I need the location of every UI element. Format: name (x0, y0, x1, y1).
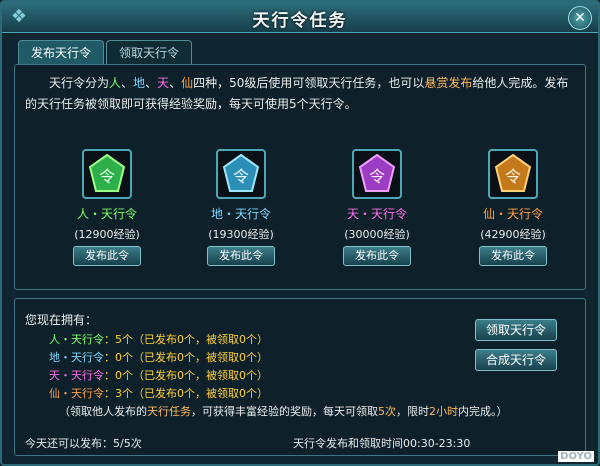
intro-text: 天行令分为人、地、天、仙四种，50级后使用可领取天行任务，也可以悬赏发布给他人完… (25, 76, 569, 111)
owned-panel: 您现在拥有： 人・天行令：5个（已发布0个，被领取0个） 地・天行令：0个（已发… (14, 298, 586, 456)
svg-text:令: 令 (99, 167, 115, 186)
owned-line-tian: 天・天行令：0个（已发布0个，被领取0个） (49, 369, 268, 382)
daily-remaining: 今天还可以发布：5/5次 (25, 437, 142, 450)
card-ren: 令 人・天行令 (12900经验) 发布此令 (53, 149, 161, 266)
svg-text:令: 令 (505, 167, 521, 186)
owned-line-xian: 仙・天行令：3个（已发布0个，被领取0个） (49, 387, 268, 400)
window-title: 天行令任务 (252, 11, 348, 31)
publish-button[interactable]: 发布此令 (479, 246, 547, 266)
title-bar: ❖ 天行令任务 ✕ (2, 2, 598, 33)
card-di: 令 地・天行令 (19300经验) 发布此令 (187, 149, 295, 266)
receive-button[interactable]: 领取天行令 (475, 319, 557, 341)
owned-line-di: 地・天行令：0个（已发布0个，被领取0个） (49, 351, 268, 364)
owned-title: 您现在拥有： (25, 313, 98, 327)
xian-token-icon: 令 (488, 149, 538, 199)
tab-publish[interactable]: 发布天行令 (18, 40, 105, 65)
publish-button[interactable]: 发布此令 (207, 246, 275, 266)
card-name: 人・天行令 (76, 207, 137, 221)
card-name: 地・天行令 (210, 207, 271, 221)
ren-token-icon: 令 (82, 149, 132, 199)
combine-button[interactable]: 合成天行令 (475, 349, 557, 371)
card-exp: (30000经验) (344, 228, 410, 241)
quest-window: ❖ 天行令任务 ✕ 发布天行令 领取天行令 天行令分为人、地、天、仙四种，50级… (0, 0, 600, 466)
close-button[interactable]: ✕ (568, 6, 592, 30)
card-exp: (19300经验) (208, 228, 274, 241)
di-token-icon: 令 (216, 149, 266, 199)
card-name: 仙・天行令 (482, 207, 543, 221)
publish-button[interactable]: 发布此令 (343, 246, 411, 266)
card-xian: 令 仙・天行令 (42900经验) 发布此令 (459, 149, 567, 266)
card-name: 天・天行令 (346, 207, 407, 221)
card-exp: (12900经验) (74, 228, 140, 241)
watermark: DOYO (558, 451, 594, 462)
svg-text:令: 令 (369, 167, 385, 186)
publish-panel: 天行令分为人、地、天、仙四种，50级后使用可领取天行任务，也可以悬赏发布给他人完… (14, 64, 586, 290)
card-tian: 令 天・天行令 (30000经验) 发布此令 (323, 149, 431, 266)
tian-token-icon: 令 (352, 149, 402, 199)
card-exp: (42900经验) (480, 228, 546, 241)
tip-text: （领取他人发布的天行任务，可获得丰富经验的奖励，每天可领取5次，限时2小时内完成… (59, 405, 508, 418)
tab-receive[interactable]: 领取天行令 (106, 40, 193, 65)
svg-text:令: 令 (233, 167, 249, 186)
time-window: 天行令发布和领取时间00:30-23:30 (293, 437, 471, 450)
publish-button[interactable]: 发布此令 (73, 246, 141, 266)
owned-line-ren: 人・天行令：5个（已发布0个，被领取0个） (49, 333, 268, 346)
